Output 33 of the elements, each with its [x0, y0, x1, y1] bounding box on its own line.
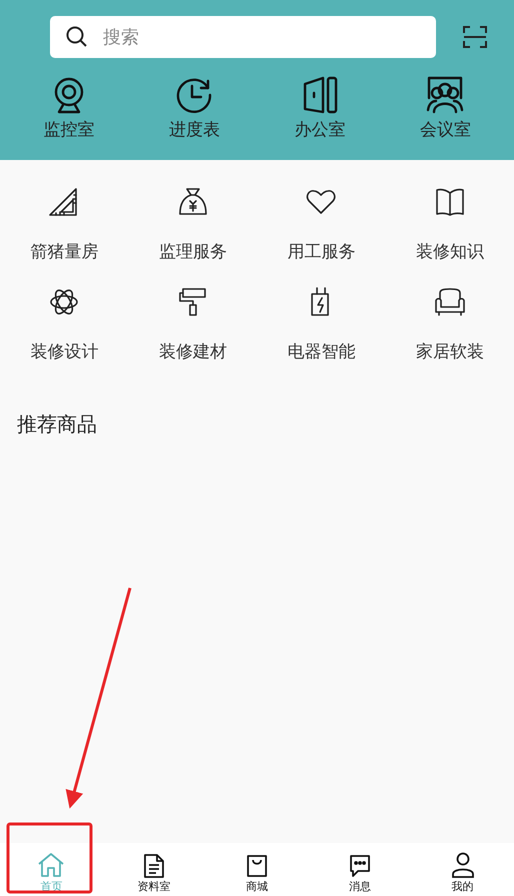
service-label[interactable]: 箭猪量房 [30, 240, 98, 266]
quick-link-label[interactable]: 监控室 [43, 118, 94, 144]
chat-bubble-icon [348, 854, 371, 878]
service-label[interactable]: 监理服务 [158, 240, 227, 266]
tab-item[interactable]: 我的 [411, 843, 514, 896]
scan-icon[interactable] [462, 24, 488, 50]
book-icon [434, 187, 465, 217]
money-bag-icon [178, 187, 208, 217]
service-label[interactable]: 装修设计 [30, 340, 98, 365]
section-title: 推荐商品 [16, 411, 97, 438]
document-icon [143, 854, 166, 878]
service-label[interactable]: 电器智能 [287, 340, 356, 365]
shopping-bag-icon [246, 854, 268, 878]
search-icon [65, 25, 89, 49]
tab-item[interactable]: 消息 [308, 843, 412, 896]
atom-icon [49, 286, 80, 316]
clock-icon [175, 76, 214, 114]
quick-link-label[interactable]: 会议室 [420, 118, 471, 144]
heart-icon [306, 189, 336, 215]
service-label[interactable]: 装修知识 [416, 240, 484, 266]
people-icon [425, 76, 466, 114]
paint-roller-icon [178, 286, 208, 316]
armchair-icon [434, 286, 466, 316]
service-label[interactable]: 用工服务 [287, 240, 356, 266]
person-icon [450, 852, 475, 878]
service-label[interactable]: 家居软装 [416, 340, 484, 365]
quick-link-label[interactable]: 办公室 [294, 118, 346, 144]
home-icon [37, 852, 66, 878]
search-field[interactable]: 搜索 [50, 16, 436, 58]
service-label[interactable]: 装修建材 [158, 340, 227, 365]
tab-item[interactable]: 资料室 [102, 843, 206, 896]
quick-link-label[interactable]: 进度表 [168, 118, 220, 144]
tab-item[interactable]: 商城 [206, 843, 308, 896]
